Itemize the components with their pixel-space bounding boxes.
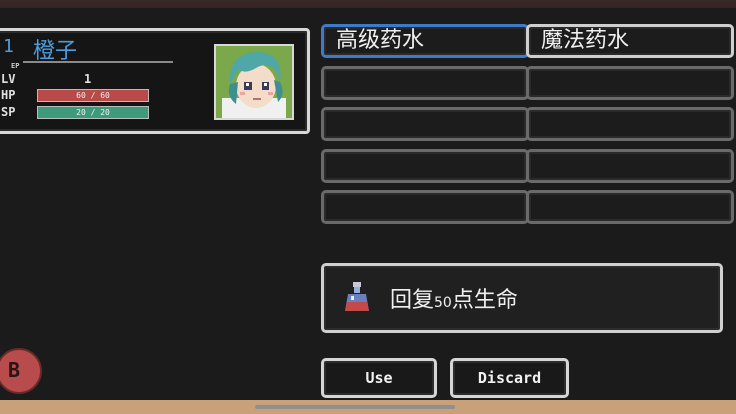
lv-label: LV [1,72,16,86]
sp-bar: 20 / 20 [37,106,149,119]
character-portrait [214,44,294,120]
inventory-slot[interactable] [321,190,529,224]
sp-label: SP [1,105,16,119]
inventory-slot[interactable] [321,107,529,141]
hp-bar: 60 / 60 [37,89,149,102]
description-amount: 50 [434,295,452,311]
inventory-slot[interactable]: 魔法药水 [526,24,734,58]
hp-text: 60 / 60 [76,91,110,100]
discard-button[interactable]: Discard [450,358,569,398]
ep-bar [23,61,173,63]
description-pre: 回复 [390,288,435,313]
inventory-slot[interactable] [526,190,734,224]
description-post: 点生命 [451,288,518,313]
ep-label: EP [11,62,20,70]
inventory-slot[interactable] [321,66,529,100]
character-status-panel: 1 橙子 EP LV 1 HP 60 / 60 SP 20 / 20 [0,28,310,134]
b-button-label: B [8,358,21,382]
character-index: 1 [3,36,14,57]
use-button[interactable]: Use [321,358,437,398]
portrait-image [216,46,292,118]
item-description-panel: 回复50点生命 [321,263,723,333]
inventory-slot[interactable] [526,66,734,100]
hp-label: HP [1,88,16,102]
lv-value: 1 [84,72,92,86]
potion-icon [345,282,369,311]
item-description-text: 回复50点生命 [390,282,518,314]
sp-text: 20 / 20 [76,108,110,117]
inventory-slot[interactable] [526,107,734,141]
inventory-slot[interactable] [321,149,529,183]
inventory-slot[interactable]: 高级药水 [321,24,529,58]
home-indicator[interactable] [255,405,455,409]
inventory-slot[interactable] [526,149,734,183]
